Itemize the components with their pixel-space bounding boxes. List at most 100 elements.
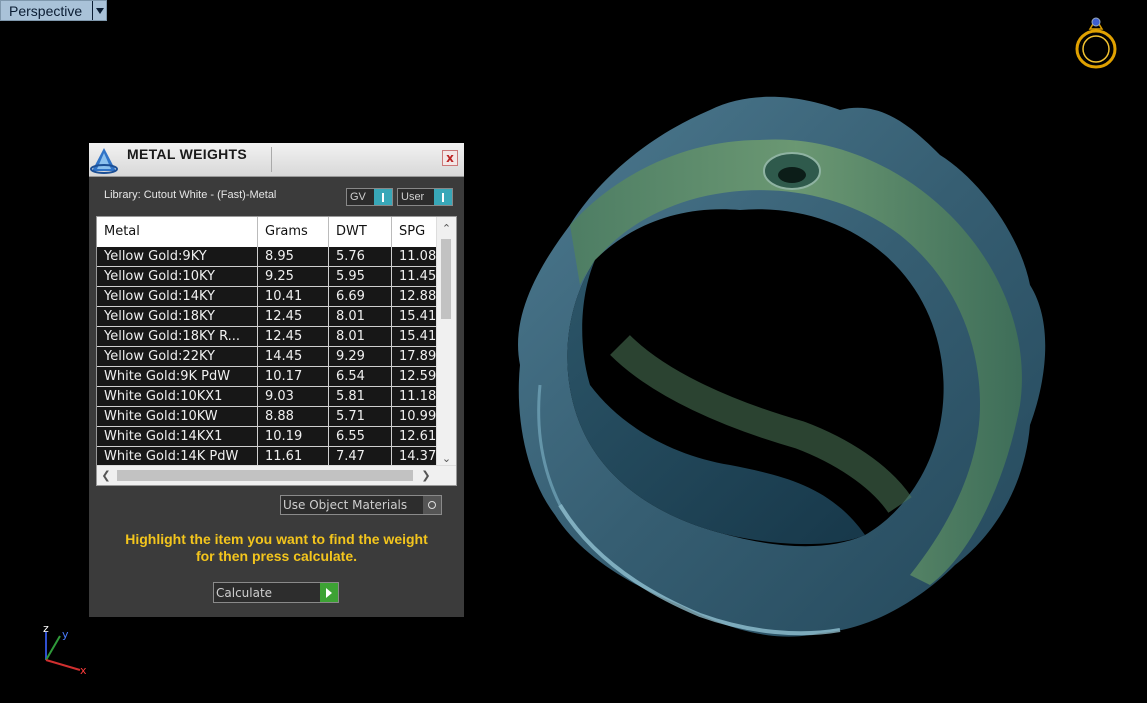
metal-table[interactable]: Metal Grams DWT SPG Yellow Gold:9KY 8.95 5… <box>96 216 457 486</box>
cell-spg: 10.99 <box>392 407 437 427</box>
dialog-title: METAL WEIGHTS <box>127 146 248 162</box>
cell-metal: White Gold:9K PdW <box>97 367 258 387</box>
cell-metal: Yellow Gold:10KY <box>97 267 258 287</box>
use-object-materials-toggle[interactable]: Use Object Materials <box>280 495 442 515</box>
cell-dwt: 7.47 <box>329 447 392 467</box>
table-body: Yellow Gold:9KY 8.95 5.76 11.08 Yellow Gold… <box>97 247 437 467</box>
cell-metal: Yellow Gold:9KY <box>97 247 258 267</box>
cell-grams: 12.45 <box>258 307 329 327</box>
axis-z-label: z <box>43 622 49 635</box>
cell-grams: 10.41 <box>258 287 329 307</box>
cell-grams: 8.88 <box>258 407 329 427</box>
play-arrow-icon[interactable] <box>320 583 338 602</box>
table-vertical-scrollbar[interactable]: ⌃ ⌄ <box>436 217 456 467</box>
cell-metal: White Gold:10KW <box>97 407 258 427</box>
table-header: Metal Grams DWT SPG <box>97 217 437 248</box>
radio-circle-icon[interactable] <box>423 496 441 514</box>
user-label: User <box>401 191 425 203</box>
cell-grams: 14.45 <box>258 347 329 367</box>
vertical-scroll-thumb[interactable] <box>441 239 451 319</box>
gv-label: GV <box>350 191 366 203</box>
cell-grams: 10.17 <box>258 367 329 387</box>
cell-metal: Yellow Gold:14KY <box>97 287 258 307</box>
cell-dwt: 6.54 <box>329 367 392 387</box>
cell-dwt: 8.01 <box>329 327 392 347</box>
table-row[interactable]: White Gold:14KX1 10.19 6.55 12.61 <box>97 427 437 447</box>
user-toggle-icon[interactable] <box>434 189 452 205</box>
table-row[interactable]: Yellow Gold:9KY 8.95 5.76 11.08 <box>97 247 437 267</box>
cell-dwt: 6.55 <box>329 427 392 447</box>
cell-dwt: 8.01 <box>329 307 392 327</box>
cell-metal: Yellow Gold:22KY <box>97 347 258 367</box>
table-row[interactable]: White Gold:10KX1 9.03 5.81 11.18 <box>97 387 437 407</box>
gv-select[interactable]: GV <box>346 188 393 206</box>
calculate-button[interactable]: Calculate <box>213 582 339 603</box>
cell-grams: 9.25 <box>258 267 329 287</box>
scroll-left-icon[interactable]: ❮ <box>97 466 115 485</box>
cell-spg: 12.59 <box>392 367 437 387</box>
column-header-metal[interactable]: Metal <box>97 217 258 247</box>
instruction-line-2: for then press calculate. <box>195 548 358 564</box>
axis-y-label: y <box>62 628 69 641</box>
ring-render <box>518 96 1046 637</box>
cell-spg: 11.45 <box>392 267 437 287</box>
column-header-dwt[interactable]: DWT <box>329 217 392 247</box>
table-row[interactable]: White Gold:9K PdW 10.17 6.54 12.59 <box>97 367 437 387</box>
cell-spg: 17.89 <box>392 347 437 367</box>
table-row[interactable]: Yellow Gold:14KY 10.41 6.69 12.88 <box>97 287 437 307</box>
instruction-line-1: Highlight the item you want to find the … <box>125 531 428 547</box>
cell-spg: 15.41 <box>392 307 437 327</box>
cell-grams: 8.95 <box>258 247 329 267</box>
scroll-up-icon[interactable]: ⌃ <box>437 219 456 237</box>
cell-metal: White Gold:14K PdW <box>97 447 258 467</box>
app-logo-icon <box>90 148 118 174</box>
column-header-spg[interactable]: SPG <box>392 217 437 247</box>
viewport-dropdown-icon[interactable] <box>92 1 106 20</box>
table-horizontal-scrollbar[interactable]: ❮ ❯ <box>97 465 456 485</box>
axis-x-label: x <box>80 664 87 677</box>
cell-metal: Yellow Gold:18KY R... <box>97 327 258 347</box>
cell-dwt: 6.69 <box>329 287 392 307</box>
ring-icon[interactable] <box>1070 15 1122 73</box>
cell-grams: 12.45 <box>258 327 329 347</box>
metal-weights-dialog: METAL WEIGHTS x Library: Cutout White - … <box>89 143 464 617</box>
viewport-tab[interactable]: Perspective <box>0 0 107 21</box>
scroll-right-icon[interactable]: ❯ <box>417 466 435 485</box>
table-row[interactable]: White Gold:14K PdW 11.61 7.47 14.37 <box>97 447 437 467</box>
cell-spg: 12.88 <box>392 287 437 307</box>
cell-spg: 14.37 <box>392 447 437 467</box>
library-label: Library: Cutout White - (Fast)-Metal <box>104 189 277 201</box>
cell-grams: 9.03 <box>258 387 329 407</box>
viewport-label[interactable]: Perspective <box>1 3 92 19</box>
cell-grams: 11.61 <box>258 447 329 467</box>
cell-metal: Yellow Gold:18KY <box>97 307 258 327</box>
table-row[interactable]: White Gold:10KW 8.88 5.71 10.99 <box>97 407 437 427</box>
titlebar-divider <box>271 147 272 172</box>
cell-metal: White Gold:14KX1 <box>97 427 258 447</box>
gv-toggle-icon[interactable] <box>374 189 392 205</box>
cell-dwt: 5.76 <box>329 247 392 267</box>
close-icon[interactable]: x <box>442 150 458 166</box>
cell-dwt: 9.29 <box>329 347 392 367</box>
use-object-materials-label: Use Object Materials <box>283 498 408 512</box>
cell-metal: White Gold:10KX1 <box>97 387 258 407</box>
table-row[interactable]: Yellow Gold:18KY 12.45 8.01 15.41 <box>97 307 437 327</box>
table-row[interactable]: Yellow Gold:18KY R... 12.45 8.01 15.41 <box>97 327 437 347</box>
instruction-text: Highlight the item you want to find the … <box>89 531 464 565</box>
cell-grams: 10.19 <box>258 427 329 447</box>
table-row[interactable]: Yellow Gold:22KY 14.45 9.29 17.89 <box>97 347 437 367</box>
cell-dwt: 5.71 <box>329 407 392 427</box>
user-select[interactable]: User <box>397 188 453 206</box>
column-header-grams[interactable]: Grams <box>258 217 329 247</box>
cell-spg: 11.18 <box>392 387 437 407</box>
table-row[interactable]: Yellow Gold:10KY 9.25 5.95 11.45 <box>97 267 437 287</box>
cell-dwt: 5.95 <box>329 267 392 287</box>
dialog-titlebar[interactable]: METAL WEIGHTS x <box>89 143 464 177</box>
cell-spg: 12.61 <box>392 427 437 447</box>
cell-spg: 15.41 <box>392 327 437 347</box>
cell-spg: 11.08 <box>392 247 437 267</box>
calculate-label: Calculate <box>216 585 273 600</box>
axis-gizmo: z y x <box>43 622 87 677</box>
cell-dwt: 5.81 <box>329 387 392 407</box>
horizontal-scroll-thumb[interactable] <box>117 470 413 481</box>
